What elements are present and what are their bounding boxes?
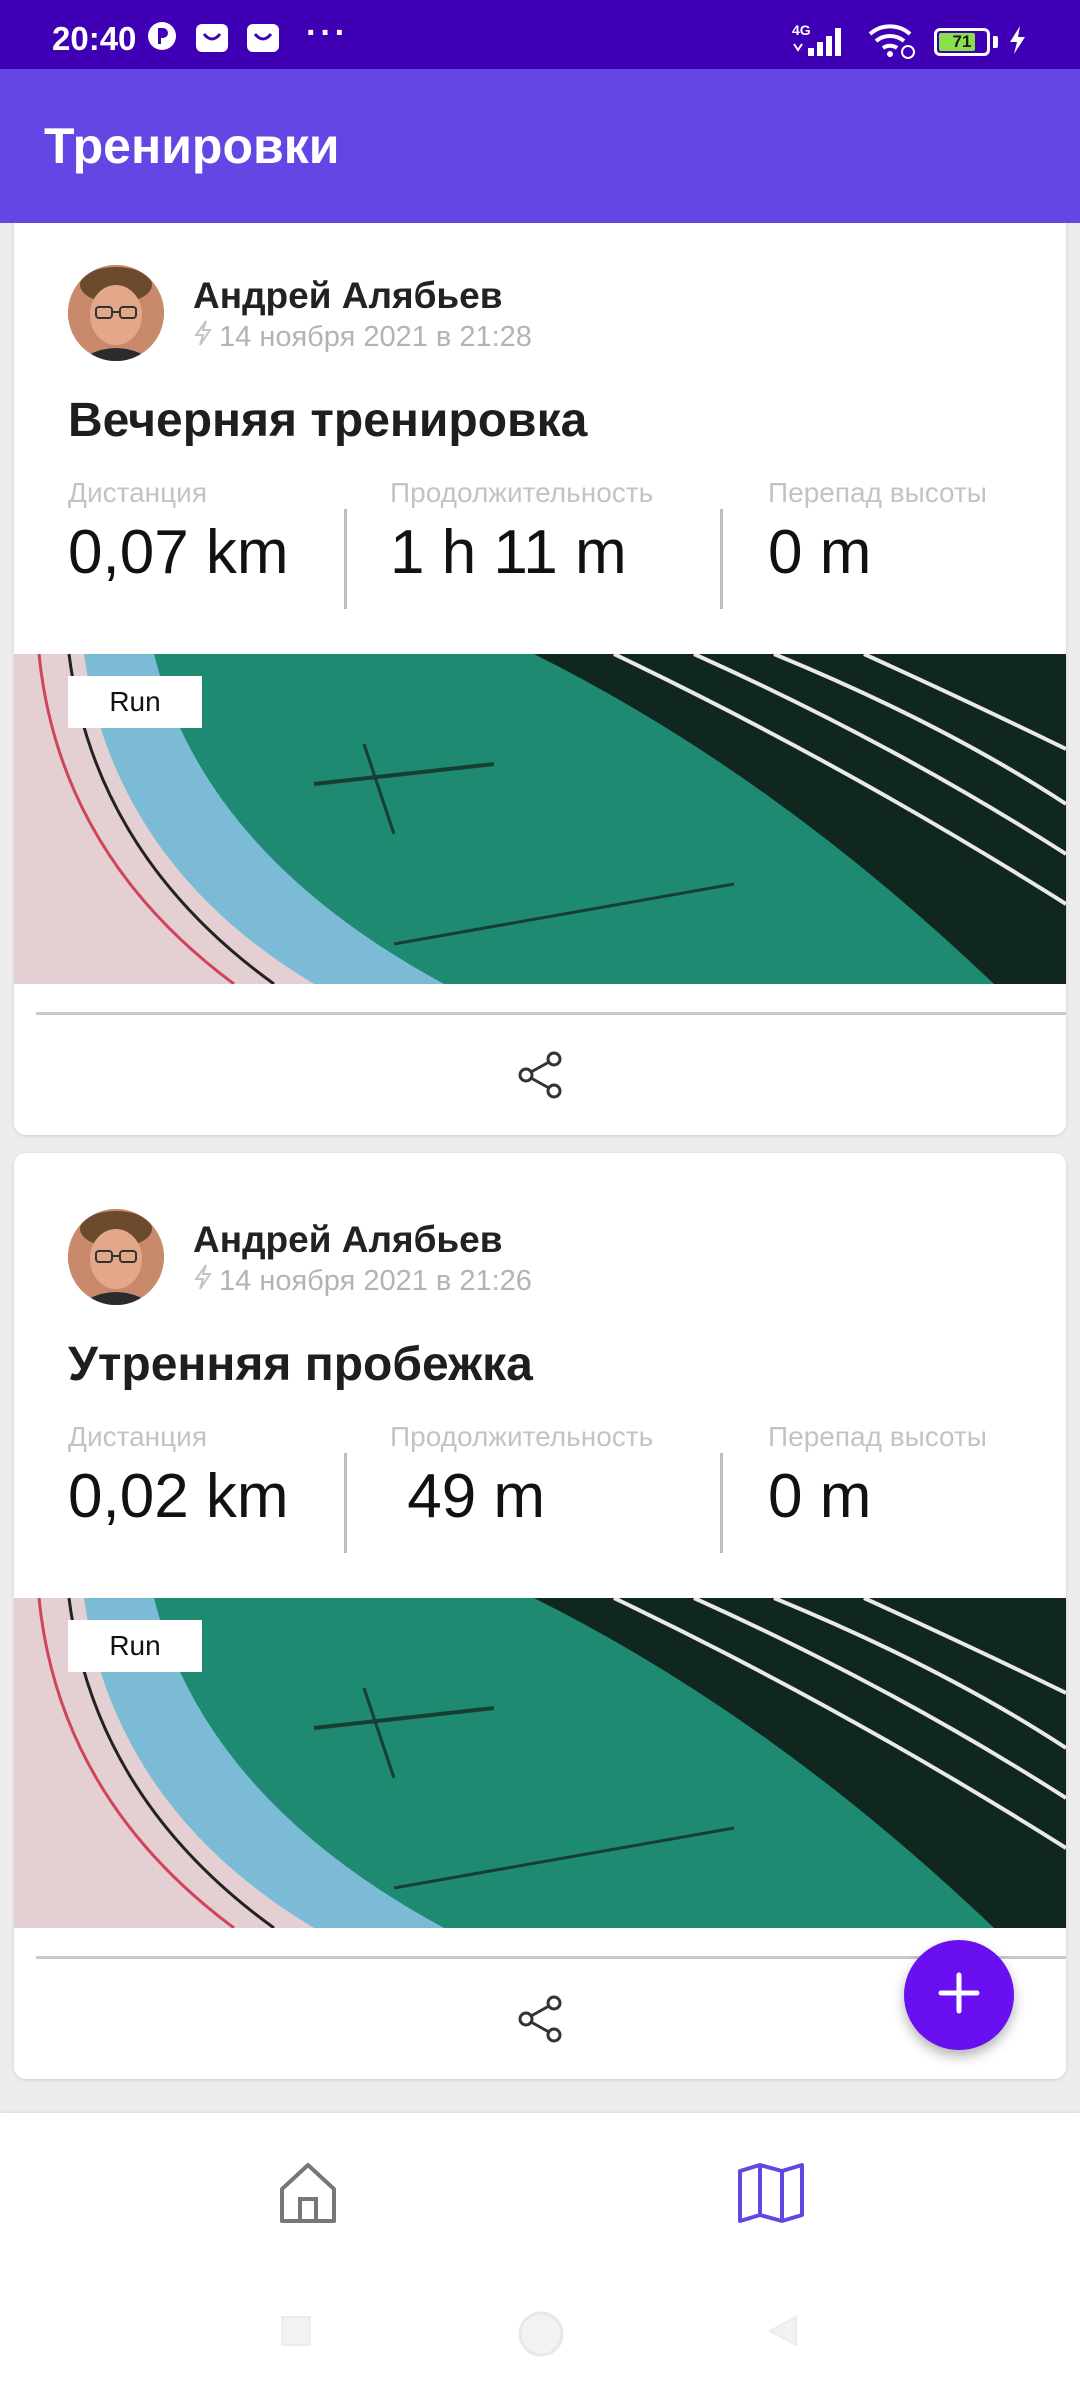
stat-elevation: Перепад высоты 0 m — [768, 477, 987, 588]
stat-value: 0 m — [768, 1462, 872, 1531]
workout-title: Вечерняя тренировка — [68, 394, 588, 447]
workout-date: 14 ноября 2021 в 21:26 — [219, 1264, 532, 1297]
charging-icon — [1006, 24, 1028, 61]
app-title: Тренировки — [44, 118, 340, 174]
workout-card[interactable]: Андрей Алябьев 14 ноября 2021 в 21:26 Ут… — [14, 1153, 1066, 2079]
stat-duration: Продолжительность 49 m — [390, 1421, 653, 1532]
lightning-icon — [193, 1263, 213, 1299]
workout-card[interactable]: Андрей Алябьев 14 ноября 2021 в 21:28 Ве… — [14, 223, 1066, 1135]
share-icon — [514, 1049, 566, 1106]
workout-feed[interactable]: Андрей Алябьев 14 ноября 2021 в 21:28 Ве… — [0, 223, 1080, 2113]
battery-level: 71 — [952, 32, 972, 51]
battery-icon: 71 — [934, 28, 990, 56]
avatar[interactable] — [68, 265, 164, 361]
stat-distance: Дистанция 0,07 km — [68, 477, 289, 588]
home-system-icon[interactable] — [516, 2309, 566, 2364]
workout-image[interactable]: Run — [14, 654, 1066, 984]
app-bar: Тренировки — [0, 69, 1080, 223]
stat-label: Перепад высоты — [768, 1421, 987, 1452]
workout-date-row: 14 ноября 2021 в 21:28 — [193, 319, 532, 355]
bottom-navigation — [0, 2113, 1080, 2400]
wifi-icon — [866, 22, 918, 65]
map-icon — [736, 2161, 806, 2230]
author-name: Андрей Алябьев — [193, 1219, 503, 1260]
stat-value: 0 m — [768, 518, 872, 587]
stat-value: 0,02 km — [68, 1462, 289, 1531]
stat-label: Продолжительность — [390, 1421, 654, 1452]
stat-value: 0,07 km — [68, 518, 289, 587]
activity-type-badge: Run — [68, 676, 202, 728]
author-name: Андрей Алябьев — [193, 275, 503, 316]
stat-label: Дистанция — [68, 477, 207, 508]
p-logo-icon — [146, 20, 178, 57]
workout-date-row: 14 ноября 2021 в 21:26 — [193, 1263, 532, 1299]
recent-apps-icon[interactable] — [278, 2313, 314, 2354]
plus-icon — [937, 1971, 981, 2020]
share-button[interactable] — [502, 1039, 578, 1115]
shopping-bag-icon — [194, 22, 230, 59]
status-time: 20:40 — [52, 20, 137, 57]
card-divider — [36, 1012, 1066, 1015]
signal-icon — [790, 24, 850, 63]
stat-divider — [720, 1453, 723, 1553]
stat-divider — [344, 1453, 347, 1553]
share-button[interactable] — [502, 1983, 578, 2059]
stat-divider — [720, 509, 723, 609]
stat-divider — [344, 509, 347, 609]
nav-home[interactable] — [268, 2155, 348, 2235]
battery-tip — [993, 36, 998, 48]
activity-type-badge: Run — [68, 1620, 202, 1672]
nav-map[interactable] — [731, 2155, 811, 2235]
stat-elevation: Перепад высоты 0 m — [768, 1421, 987, 1532]
workout-title: Утренняя пробежка — [68, 1338, 533, 1391]
stat-value: 49 m — [390, 1462, 546, 1531]
stat-duration: Продолжительность 1 h 11 m — [390, 477, 653, 588]
workout-image[interactable]: Run — [14, 1598, 1066, 1928]
share-icon — [514, 1993, 566, 2050]
stat-label: Продолжительность — [390, 477, 654, 508]
avatar[interactable] — [68, 1209, 164, 1305]
status-bar: 20:40 ··· 4G 71 — [0, 0, 1080, 69]
lightning-icon — [193, 319, 213, 355]
shopping-bag-icon — [245, 22, 281, 59]
back-icon[interactable] — [764, 2313, 800, 2354]
workout-date: 14 ноября 2021 в 21:28 — [219, 320, 532, 353]
card-divider — [36, 1956, 1066, 1959]
add-workout-button[interactable] — [904, 1940, 1014, 2050]
stat-label: Дистанция — [68, 1421, 207, 1452]
stat-label: Перепад высоты — [768, 477, 987, 508]
stat-value: 1 h 11 m — [390, 518, 627, 587]
stat-distance: Дистанция 0,02 km — [68, 1421, 289, 1532]
home-icon — [276, 2159, 340, 2232]
more-dots-icon: ··· — [306, 14, 349, 52]
